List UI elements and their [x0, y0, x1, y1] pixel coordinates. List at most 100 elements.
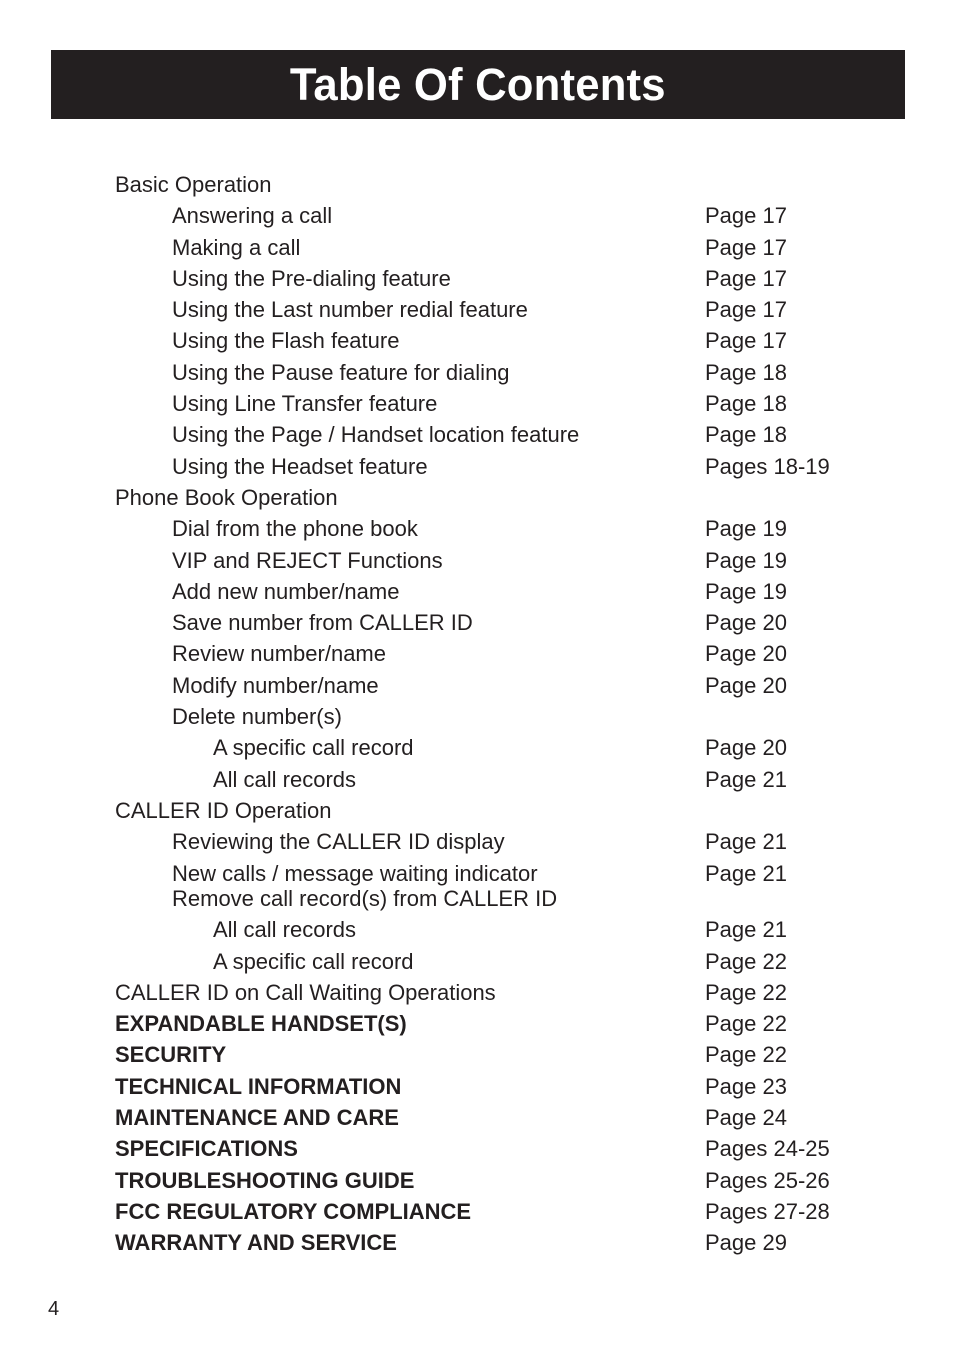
- toc-entry-page-number: Page 17: [705, 203, 787, 229]
- toc-entry-label: TECHNICAL INFORMATION: [115, 1073, 402, 1099]
- toc-entry-page-number: Page 19: [705, 516, 787, 542]
- toc-entry[interactable]: SECURITY Page 22: [0, 1042, 954, 1073]
- toc-entry[interactable]: Dial from the phone book Page 19: [0, 516, 954, 547]
- toc-entry-page-number: Page 19: [705, 547, 787, 573]
- toc-entry[interactable]: Using the Flash feature Page 17: [0, 328, 954, 359]
- toc-entry-label: A specific call record: [213, 735, 414, 761]
- toc-entry-label: Using the Page / Handset location featur…: [172, 422, 580, 448]
- toc-entry[interactable]: A specific call record Page 20: [0, 735, 954, 766]
- toc-entry[interactable]: TROUBLESHOOTING GUIDE Pages 25-26: [0, 1168, 954, 1199]
- toc-entry-label: Add new number/name: [172, 578, 400, 604]
- toc-entry[interactable]: Add new number/name Page 19: [0, 579, 954, 610]
- toc-entry[interactable]: Using Line Transfer feature Page 18: [0, 391, 954, 422]
- toc-entry-page-number: Page 19: [705, 578, 787, 604]
- toc-entry-page-number: Page 20: [705, 735, 787, 761]
- toc-entry-label: CALLER ID Operation: [115, 797, 332, 823]
- toc-entry-page-number: Page 22: [705, 1042, 787, 1068]
- toc-entry-label: Using the Headset feature: [172, 453, 428, 479]
- toc-entry-page-number: Pages 24-25: [705, 1136, 830, 1162]
- toc-entry[interactable]: WARRANTY AND SERVICE Page 29: [0, 1230, 954, 1261]
- toc-entry[interactable]: Making a call Page 17: [0, 235, 954, 266]
- toc-entry[interactable]: Basic Operation: [0, 172, 954, 203]
- toc-entry[interactable]: Modify number/name Page 20: [0, 673, 954, 704]
- page-title: Table Of Contents: [290, 59, 666, 110]
- table-of-contents-header-bar: Table Of Contents: [51, 50, 905, 119]
- toc-entry[interactable]: Using the Pause feature for dialing Page …: [0, 360, 954, 391]
- toc-entry-page-number: Page 22: [705, 948, 787, 974]
- toc-entry-label: Phone Book Operation: [115, 484, 338, 510]
- toc-entry-page-number: Pages 25-26: [705, 1167, 830, 1193]
- toc-entry-page-number: Page 18: [705, 359, 787, 385]
- toc-entry-label: SECURITY: [115, 1042, 227, 1068]
- toc-entry-page-number: Page 18: [705, 391, 787, 417]
- toc-entry-page-number: Page 17: [705, 328, 787, 354]
- toc-entry[interactable]: Review number/name Page 20: [0, 641, 954, 672]
- toc-entry[interactable]: Delete number(s): [0, 704, 954, 735]
- toc-entry-label: Reviewing the CALLER ID display: [172, 829, 505, 855]
- toc-entry-label: Dial from the phone book: [172, 516, 418, 542]
- toc-entry-label: Save number from CALLER ID: [172, 610, 473, 636]
- toc-entry-label: Delete number(s): [172, 704, 342, 730]
- toc-entry[interactable]: EXPANDABLE HANDSET(S) Page 22: [0, 1011, 954, 1042]
- toc-entry-label: FCC REGULATORY COMPLIANCE: [115, 1198, 472, 1224]
- toc-entry[interactable]: New calls / message waiting indicator Pag…: [0, 861, 954, 886]
- toc-entry-page-number: Page 21: [705, 917, 787, 943]
- toc-entry-label: Making a call: [172, 234, 301, 260]
- toc-entry-page-number: Page 18: [705, 422, 787, 448]
- toc-entry-label: Using the Pause feature for dialing: [172, 359, 510, 385]
- toc-entry[interactable]: Phone Book Operation: [0, 485, 954, 516]
- toc-entry[interactable]: Remove call record(s) from CALLER ID: [0, 886, 954, 917]
- toc-entry-label: Answering a call: [172, 203, 333, 229]
- toc-entry-page-number: Pages 18-19: [705, 453, 830, 479]
- toc-entry-page-number: Pages 27-28: [705, 1198, 830, 1224]
- toc-entry-page-number: Page 17: [705, 265, 787, 291]
- toc-entry[interactable]: VIP and REJECT Functions Page 19: [0, 548, 954, 579]
- toc-entry[interactable]: MAINTENANCE AND CARE Page 24: [0, 1105, 954, 1136]
- toc-entry[interactable]: FCC REGULATORY COMPLIANCE Pages 27-28: [0, 1199, 954, 1230]
- toc-entry-page-number: Page 23: [705, 1073, 787, 1099]
- toc-entry-label: VIP and REJECT Functions: [172, 547, 443, 573]
- toc-entry-label: TROUBLESHOOTING GUIDE: [115, 1167, 415, 1193]
- toc-entry-label: SPECIFICATIONS: [115, 1136, 298, 1162]
- toc-entry[interactable]: Using the Last number redial feature Page…: [0, 297, 954, 328]
- toc-entry-page-number: Page 17: [705, 234, 787, 260]
- toc-entry[interactable]: TECHNICAL INFORMATION Page 23: [0, 1074, 954, 1105]
- toc-entry[interactable]: Using the Headset feature Pages 18-19: [0, 454, 954, 485]
- toc-entry-page-number: Page 20: [705, 672, 787, 698]
- toc-entry-label: Modify number/name: [172, 672, 379, 698]
- toc-entry-page-number: Page 21: [705, 766, 787, 792]
- document-page: Table Of Contents Basic Operation Answeri…: [0, 0, 954, 1354]
- toc-entry-label: Review number/name: [172, 641, 386, 667]
- toc-entry[interactable]: Reviewing the CALLER ID display Page 21: [0, 829, 954, 860]
- toc-entry[interactable]: A specific call record Page 22: [0, 949, 954, 980]
- toc-entry-page-number: Page 20: [705, 641, 787, 667]
- toc-entry-label: Remove call record(s) from CALLER ID: [172, 885, 558, 911]
- toc-entry-page-number: Page 17: [705, 297, 787, 323]
- toc-entry-label: All call records: [213, 917, 357, 943]
- table-of-contents-list: Basic Operation Answering a call Page 17 Ma…: [0, 172, 954, 1261]
- toc-entry[interactable]: CALLER ID on Call Waiting Operations Page…: [0, 980, 954, 1011]
- toc-entry-label: Basic Operation: [115, 172, 272, 197]
- toc-entry-label: EXPANDABLE HANDSET(S): [115, 1011, 407, 1037]
- toc-entry-page-number: Page 21: [705, 860, 787, 886]
- toc-entry-page-number: Page 21: [705, 829, 787, 855]
- toc-entry-label: Using the Last number redial feature: [172, 297, 528, 323]
- toc-entry-label: New calls / message waiting indicator: [172, 860, 538, 886]
- toc-entry[interactable]: Using the Pre-dialing feature Page 17: [0, 266, 954, 297]
- toc-entry[interactable]: All call records Page 21: [0, 917, 954, 948]
- toc-entry[interactable]: SPECIFICATIONS Pages 24-25: [0, 1136, 954, 1167]
- toc-entry-label: Using Line Transfer feature: [172, 391, 438, 417]
- toc-entry[interactable]: CALLER ID Operation: [0, 798, 954, 829]
- footer-page-number: 4: [48, 1298, 60, 1320]
- toc-entry[interactable]: Using the Page / Handset location featur…: [0, 422, 954, 453]
- toc-entry-label: All call records: [213, 766, 357, 792]
- toc-entry[interactable]: All call records Page 21: [0, 767, 954, 798]
- toc-entry-page-number: Page 22: [705, 1011, 787, 1037]
- toc-entry-label: WARRANTY AND SERVICE: [115, 1230, 397, 1256]
- toc-entry[interactable]: Answering a call Page 17: [0, 203, 954, 234]
- toc-entry[interactable]: Save number from CALLER ID Page 20: [0, 610, 954, 641]
- toc-entry-page-number: Page 29: [705, 1230, 787, 1256]
- toc-entry-label: Using the Flash feature: [172, 328, 400, 354]
- toc-entry-label: A specific call record: [213, 948, 414, 974]
- toc-entry-label: Using the Pre-dialing feature: [172, 265, 451, 291]
